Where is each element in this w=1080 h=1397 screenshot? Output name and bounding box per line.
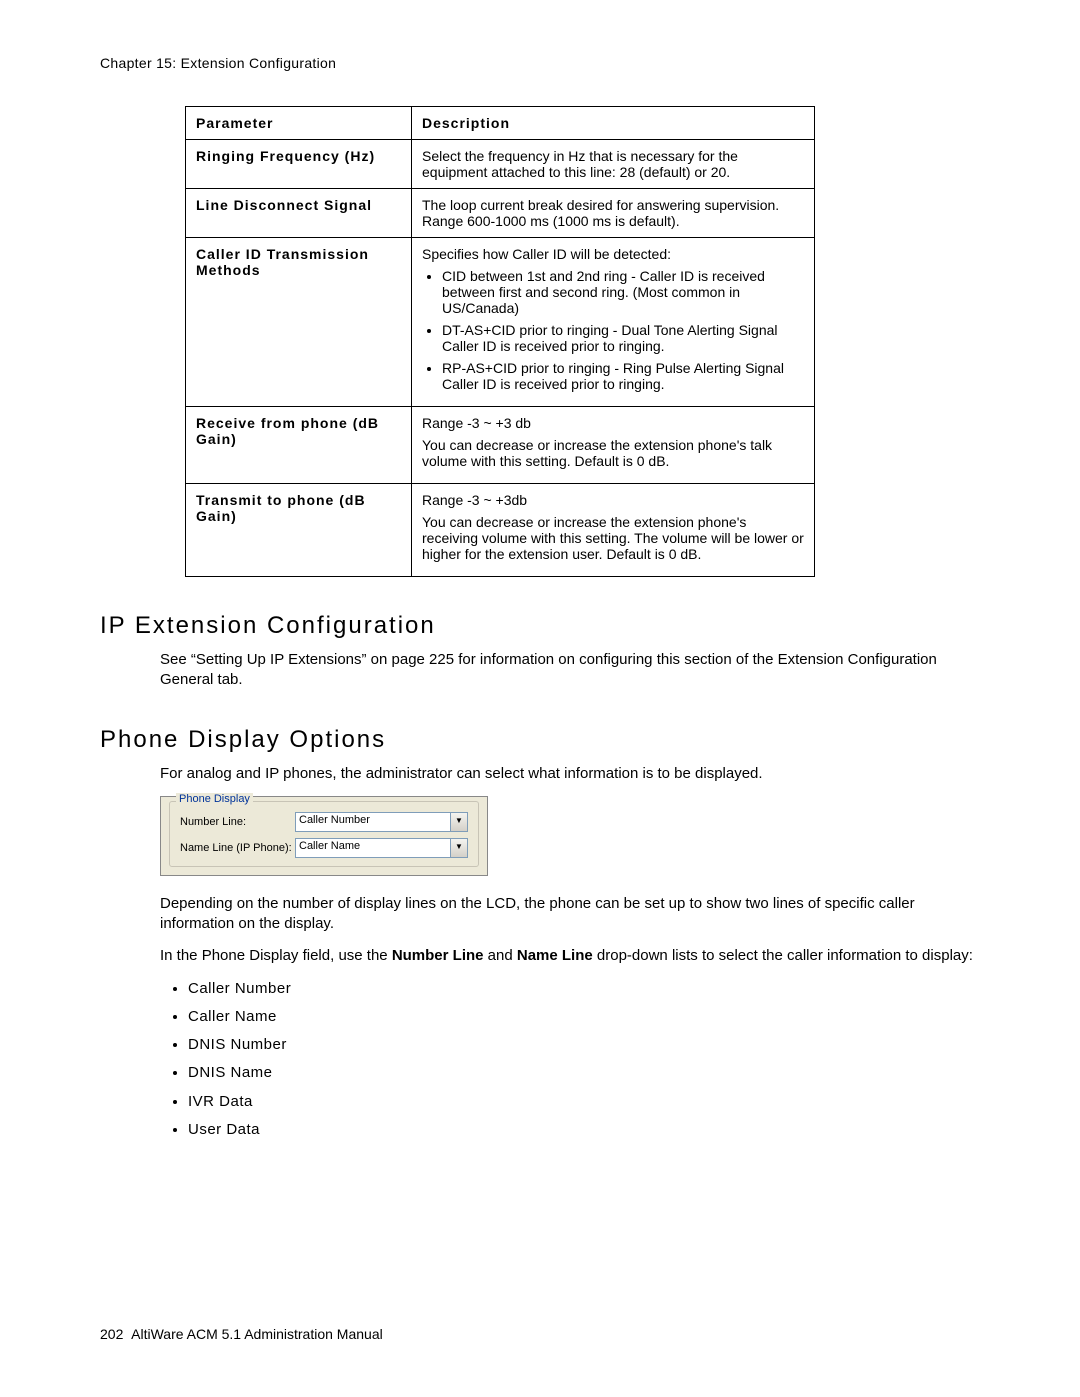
name-line-combo[interactable]: Caller Name ▼	[295, 838, 468, 858]
section-body: Depending on the number of display lines…	[160, 894, 980, 1140]
param-cell: Transmit to phone (dB Gain)	[186, 484, 412, 577]
list-item: DNIS Name	[188, 1063, 980, 1083]
table-row: Line Disconnect Signal The loop current …	[186, 189, 815, 238]
paragraph: For analog and IP phones, the administra…	[160, 764, 980, 784]
param-cell: Ringing Frequency (Hz)	[186, 140, 412, 189]
table-row: Ringing Frequency (Hz) Select the freque…	[186, 140, 815, 189]
display-options-list: Caller Number Caller Name DNIS Number DN…	[160, 979, 980, 1141]
bold-run: Name Line	[517, 947, 593, 964]
combo-value: Caller Number	[296, 813, 450, 831]
chapter-header: Chapter 15: Extension Configuration	[100, 55, 980, 71]
number-line-label: Number Line:	[180, 816, 295, 828]
list-item: DNIS Number	[188, 1035, 980, 1055]
param-cell: Caller ID Transmission Methods	[186, 238, 412, 407]
desc-line: Range -3 ~ +3db	[422, 492, 804, 508]
bold-run: Number Line	[392, 947, 484, 964]
phone-display-screenshot: Phone Display Number Line: Caller Number…	[160, 796, 488, 876]
text-run: and	[484, 947, 517, 964]
desc-line: Range -3 ~ +3 db	[422, 415, 804, 431]
chevron-down-icon[interactable]: ▼	[450, 839, 467, 857]
desc-intro: Specifies how Caller ID will be detected…	[422, 246, 804, 262]
paragraph: See “Setting Up IP Extensions” on page 2…	[160, 650, 980, 691]
text-run: drop-down lists to select the caller inf…	[593, 947, 973, 964]
desc-cell: Specifies how Caller ID will be detected…	[412, 238, 815, 407]
col-description: Description	[412, 107, 815, 140]
page-number: 202	[100, 1326, 123, 1342]
section-heading-ip-extension: IP Extension Configuration	[100, 612, 980, 640]
name-line-label: Name Line (IP Phone):	[180, 842, 295, 854]
bullet-item: DT-AS+CID prior to ringing - Dual Tone A…	[442, 322, 804, 354]
paragraph: In the Phone Display field, use the Numb…	[160, 946, 980, 966]
phone-display-groupbox: Phone Display Number Line: Caller Number…	[169, 801, 479, 867]
section-body: See “Setting Up IP Extensions” on page 2…	[160, 650, 980, 691]
col-parameter: Parameter	[186, 107, 412, 140]
text-run: In the Phone Display field, use the	[160, 947, 392, 964]
combo-value: Caller Name	[296, 839, 450, 857]
list-item: User Data	[188, 1120, 980, 1140]
bullet-item: RP-AS+CID prior to ringing - Ring Pulse …	[442, 360, 804, 392]
paragraph: Depending on the number of display lines…	[160, 894, 980, 935]
page-root: Chapter 15: Extension Configuration Para…	[0, 0, 1080, 1397]
section-heading-phone-display: Phone Display Options	[100, 726, 980, 754]
number-line-row: Number Line: Caller Number ▼	[180, 812, 468, 832]
table-row: Receive from phone (dB Gain) Range -3 ~ …	[186, 407, 815, 484]
name-line-row: Name Line (IP Phone): Caller Name ▼	[180, 838, 468, 858]
table-header-row: Parameter Description	[186, 107, 815, 140]
desc-bullets: CID between 1st and 2nd ring - Caller ID…	[422, 268, 804, 392]
list-item: Caller Number	[188, 979, 980, 999]
list-item: Caller Name	[188, 1007, 980, 1027]
desc-cell: Select the frequency in Hz that is neces…	[412, 140, 815, 189]
section-body: For analog and IP phones, the administra…	[160, 764, 980, 784]
bullet-item: CID between 1st and 2nd ring - Caller ID…	[442, 268, 804, 316]
groupbox-label: Phone Display	[176, 793, 253, 805]
parameter-table: Parameter Description Ringing Frequency …	[185, 106, 815, 577]
page-footer: 202 AltiWare ACM 5.1 Administration Manu…	[100, 1326, 383, 1342]
desc-cell: Range -3 ~ +3 db You can decrease or inc…	[412, 407, 815, 484]
chevron-down-icon[interactable]: ▼	[450, 813, 467, 831]
desc-line: You can decrease or increase the extensi…	[422, 514, 804, 562]
list-item: IVR Data	[188, 1092, 980, 1112]
param-cell: Receive from phone (dB Gain)	[186, 407, 412, 484]
desc-line: You can decrease or increase the extensi…	[422, 437, 804, 469]
table-row: Transmit to phone (dB Gain) Range -3 ~ +…	[186, 484, 815, 577]
number-line-combo[interactable]: Caller Number ▼	[295, 812, 468, 832]
desc-cell: The loop current break desired for answe…	[412, 189, 815, 238]
desc-cell: Range -3 ~ +3db You can decrease or incr…	[412, 484, 815, 577]
manual-title: AltiWare ACM 5.1 Administration Manual	[131, 1326, 383, 1342]
param-cell: Line Disconnect Signal	[186, 189, 412, 238]
table-row: Caller ID Transmission Methods Specifies…	[186, 238, 815, 407]
